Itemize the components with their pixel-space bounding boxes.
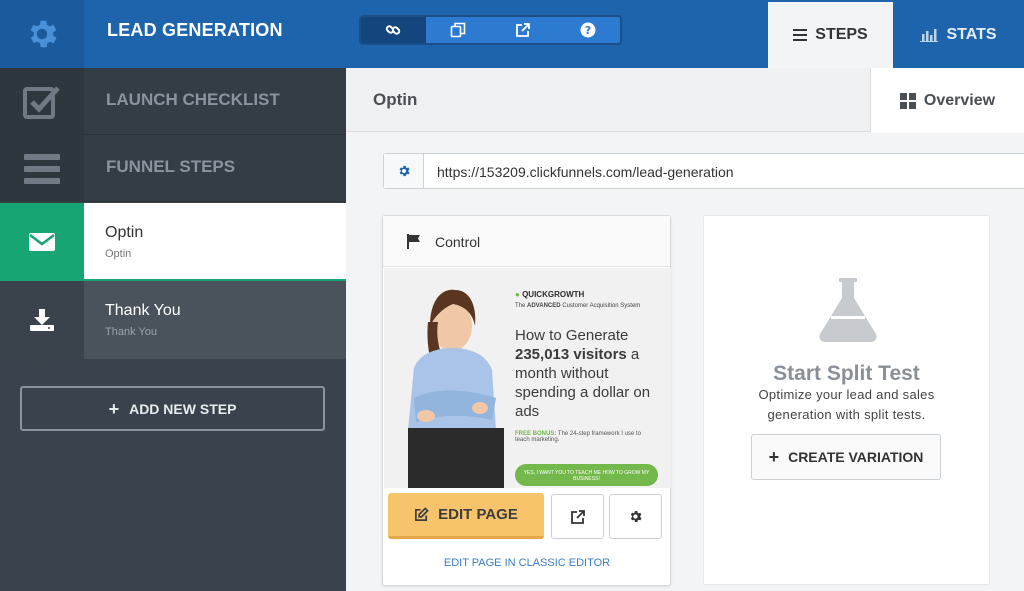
sidebar-item-funnel-steps[interactable]: FUNNEL STEPS xyxy=(0,135,346,202)
checkbox-icon xyxy=(23,85,60,119)
funnel-title: LEAD GENERATION xyxy=(107,20,283,40)
clone-button[interactable] xyxy=(426,17,491,43)
bar-chart-icon xyxy=(920,29,939,42)
grid-icon xyxy=(899,92,916,109)
tab-stats[interactable]: STATS xyxy=(893,2,1024,68)
page-title: Optin xyxy=(373,90,418,109)
funnel-step-thank-you[interactable]: Thank You Thank You xyxy=(0,281,346,373)
svg-text:?: ? xyxy=(584,24,590,37)
preview-headline: How to Generate 235,013 visitors a month… xyxy=(515,327,651,420)
help-icon: ? xyxy=(580,22,596,38)
step-subtitle: Optin xyxy=(105,248,132,260)
flask-icon xyxy=(819,278,877,342)
download-icon xyxy=(30,309,54,331)
split-test-subtitle: Optimize your lead and sales generation … xyxy=(758,387,935,422)
tab-stats-label: STATS xyxy=(946,26,997,43)
sidebar-item-label: LAUNCH CHECKLIST xyxy=(106,90,280,109)
split-test-title: Start Split Test xyxy=(773,362,920,385)
edit-icon xyxy=(415,507,429,521)
tab-overview-label: Overview xyxy=(923,91,996,109)
url-settings-button[interactable] xyxy=(384,154,424,188)
add-new-step-button[interactable]: + ADD NEW STEP xyxy=(20,386,325,431)
gear-icon xyxy=(30,20,57,48)
sidebar: LAUNCH CHECKLIST FUNNEL STEPS Optin Opti… xyxy=(0,68,346,591)
funnel-toolbar: ? xyxy=(359,15,622,45)
open-external-button[interactable] xyxy=(491,17,556,43)
plus-icon: + xyxy=(768,447,780,467)
url-field[interactable]: https://153209.clickfunnels.com/lead-gen… xyxy=(383,153,1024,189)
gear-icon xyxy=(399,165,410,177)
page-settings-button[interactable] xyxy=(609,494,662,539)
external-link-icon xyxy=(515,23,530,37)
copy-icon xyxy=(450,22,466,38)
sidebar-item-label: FUNNEL STEPS xyxy=(106,157,236,176)
menu-icon xyxy=(793,29,808,41)
preview-page-button[interactable] xyxy=(551,494,604,539)
card-header: Control xyxy=(383,216,670,267)
edit-page-label: EDIT PAGE xyxy=(438,506,518,523)
leaf-icon: ● xyxy=(515,290,520,299)
step-title: Optin xyxy=(105,224,144,241)
classic-editor-link[interactable]: EDIT PAGE IN CLASSIC EDITOR xyxy=(388,557,666,569)
preview-cta: YES, I WANT YOU TO TEACH ME HOW TO GROW … xyxy=(515,464,658,486)
create-variation-label: CREATE VARIATION xyxy=(788,449,924,465)
page-preview-thumbnail[interactable]: ● QUICKGROWTH The ADVANCED Customer Acqu… xyxy=(384,268,671,488)
tab-steps-label: STEPS xyxy=(815,26,868,43)
tab-overview[interactable]: Overview xyxy=(870,68,1024,133)
link-button[interactable] xyxy=(361,17,426,43)
step-title: Thank You xyxy=(105,302,181,319)
create-variation-button[interactable]: + CREATE VARIATION xyxy=(751,434,941,480)
funnel-step-optin[interactable]: Optin Optin xyxy=(0,203,346,295)
preview-tagline: The ADVANCED Customer Acquisition System xyxy=(515,303,641,309)
preview-brand: ● QUICKGROWTH xyxy=(515,290,585,299)
plus-icon: + xyxy=(108,398,120,419)
flag-icon xyxy=(407,234,420,249)
settings-gear-button[interactable] xyxy=(0,0,84,68)
step-subtitle: Thank You xyxy=(105,326,157,338)
link-icon xyxy=(386,25,401,35)
top-bar: LEAD GENERATION ? STEPS STATS xyxy=(0,0,1024,68)
gear-icon xyxy=(630,511,642,522)
edit-page-button[interactable]: EDIT PAGE xyxy=(388,493,544,539)
preview-bonus: FREE BONUS: The 24-step framework I use … xyxy=(515,431,641,443)
woman-photo xyxy=(408,289,504,488)
envelope-icon xyxy=(29,233,55,251)
help-button[interactable]: ? xyxy=(555,17,620,43)
step-pointer xyxy=(28,359,56,373)
card-title: Control xyxy=(435,234,481,250)
url-value: https://153209.clickfunnels.com/lead-gen… xyxy=(437,164,734,180)
external-link-icon xyxy=(570,509,585,524)
hamburger-icon xyxy=(24,153,60,184)
add-new-step-label: ADD NEW STEP xyxy=(129,400,237,417)
sidebar-item-launch-checklist[interactable]: LAUNCH CHECKLIST xyxy=(0,68,346,135)
tab-steps[interactable]: STEPS xyxy=(768,2,893,68)
